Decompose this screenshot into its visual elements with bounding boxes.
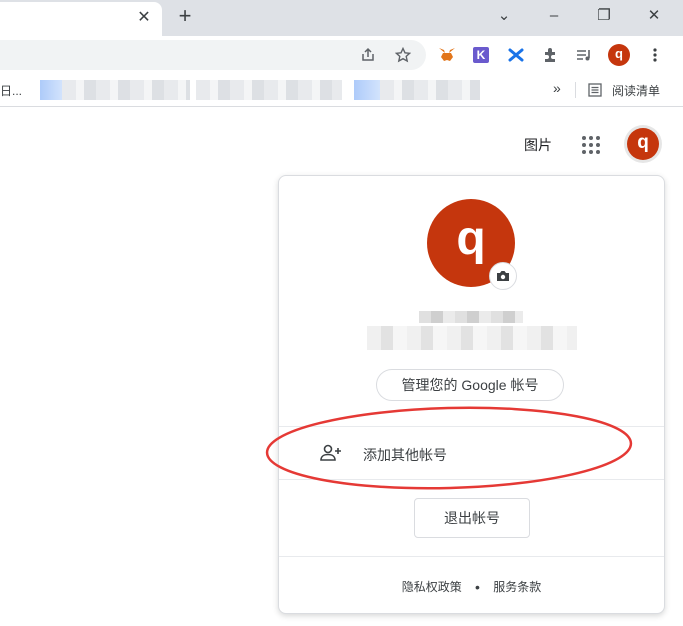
star-icon[interactable]	[392, 44, 414, 66]
profile-avatar-button[interactable]: q	[608, 44, 630, 66]
reading-list-label[interactable]: 阅读清单	[612, 82, 660, 99]
sign-out-button[interactable]: 退出帐号	[414, 498, 530, 538]
bookmarks-bar: 日... » 阅读清单	[0, 74, 683, 107]
add-account-row[interactable]: 添加其他帐号	[279, 428, 664, 478]
bookmarks-overflow-icon[interactable]: »	[553, 80, 561, 96]
add-account-label: 添加其他帐号	[363, 447, 447, 463]
menu-icon[interactable]	[644, 44, 666, 66]
images-link[interactable]: 图片	[524, 135, 552, 155]
kiwi-extension-icon[interactable]: K	[470, 44, 492, 66]
panel-footer: 隐私权政策 • 服务条款	[279, 578, 664, 596]
window-close-button[interactable]: ✕	[634, 2, 674, 28]
account-avatar-initial: q	[627, 128, 659, 160]
bookmark-favicon[interactable]	[354, 80, 380, 100]
bookmark-item-blurred[interactable]	[380, 80, 480, 100]
puzzle-icon[interactable]	[539, 44, 561, 66]
bookmark-item-blurred[interactable]	[196, 80, 342, 100]
divider	[279, 479, 664, 480]
divider	[279, 556, 664, 557]
add-person-icon	[319, 442, 343, 464]
new-tab-button[interactable]: +	[174, 5, 196, 27]
reading-list-icon[interactable]	[588, 83, 602, 102]
share-icon[interactable]	[357, 44, 379, 66]
restore-button[interactable]: ❐	[584, 2, 624, 28]
profile-initial: q	[608, 44, 630, 66]
account-popup: q 管理您的 Google 帐号 添加其他帐号 退出帐号 隐私权政策 • 服务条…	[278, 175, 665, 614]
camera-icon[interactable]	[489, 262, 517, 290]
manage-account-button[interactable]: 管理您的 Google 帐号	[376, 369, 564, 401]
divider	[279, 426, 664, 427]
tab-strip: ✕ + ⌄ – ❐ ✕	[0, 0, 683, 36]
minimize-button[interactable]: –	[534, 2, 574, 28]
apps-grid-icon[interactable]	[582, 136, 600, 154]
k-badge: K	[473, 47, 489, 63]
account-name-redacted	[419, 311, 523, 323]
terms-of-service-link[interactable]: 服务条款	[493, 578, 541, 595]
account-avatar-button[interactable]: q	[624, 125, 662, 163]
media-icon[interactable]	[573, 44, 595, 66]
browser-toolbar: K q	[0, 36, 683, 74]
bookmark-item[interactable]: 日...	[0, 82, 22, 99]
footer-separator: •	[475, 578, 480, 595]
account-email-redacted	[367, 326, 577, 350]
privacy-policy-link[interactable]: 隐私权政策	[402, 578, 462, 595]
bookmark-item-blurred[interactable]	[62, 80, 190, 100]
divider	[575, 82, 576, 98]
metamask-icon[interactable]	[436, 44, 458, 66]
close-tab-icon[interactable]: ✕	[134, 8, 154, 28]
bookmark-favicon[interactable]	[40, 80, 62, 100]
x-extension-icon[interactable]	[505, 44, 527, 66]
active-tab[interactable]: ✕	[0, 2, 162, 36]
tab-search-icon[interactable]: ⌄	[484, 2, 524, 28]
